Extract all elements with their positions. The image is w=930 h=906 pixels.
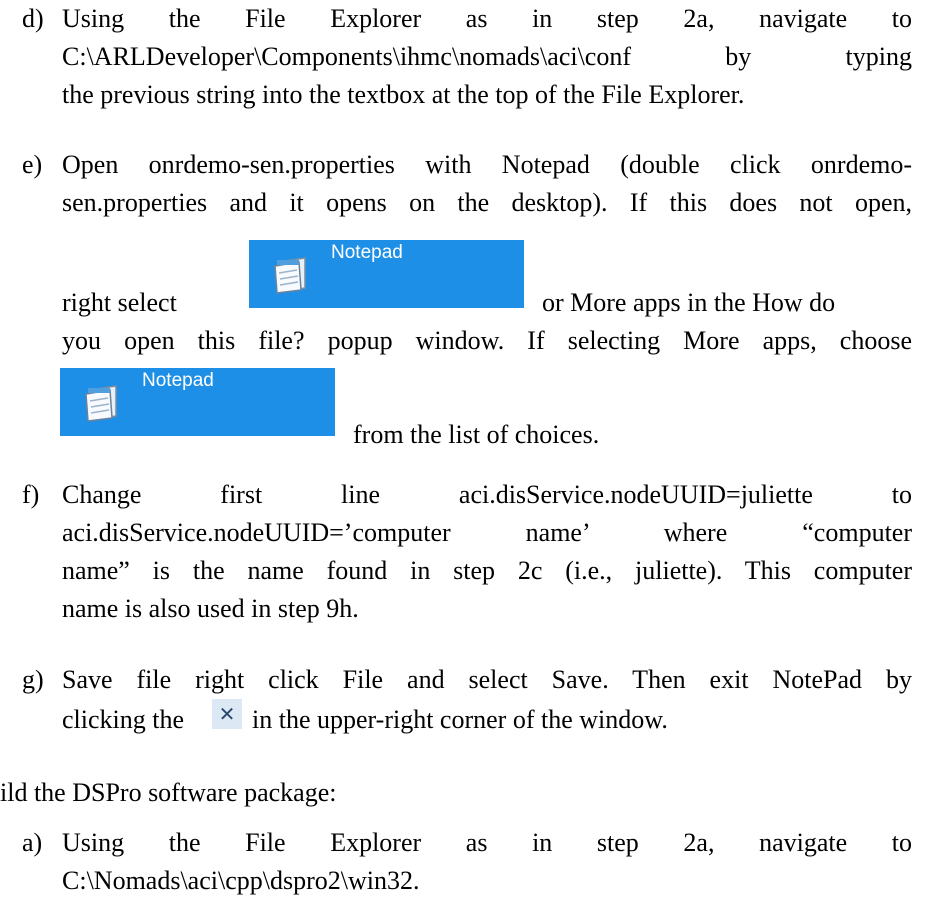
- step-f-line-2: aci.disService.nodeUUID=’computer name’ …: [62, 518, 912, 547]
- step-g-line-2a: clicking the: [62, 705, 185, 734]
- step-2-a: a) Using the File Explorer as in step 2a…: [22, 828, 912, 904]
- close-icon: ✕: [218, 702, 236, 726]
- step-d-line-3: the previous string into the textbox at …: [62, 80, 745, 109]
- step-f-line-1: Change first line aci.disService.nodeUUI…: [62, 480, 912, 509]
- step-g-line-2b: in the upper-right corner of the window.: [252, 705, 668, 734]
- notepad-label: Notepad: [142, 370, 214, 391]
- step-e-line-3b: or More apps in the How do: [542, 288, 836, 317]
- step-d-line-2: C:\ARLDeveloper\Components\ihmc\nomads\a…: [62, 42, 912, 71]
- step-marker: d): [22, 4, 44, 33]
- step-2-a-line-2: C:\Nomads\aci\cpp\dspro2\win32.: [62, 866, 420, 895]
- step-2-a-line-1: Using the File Explorer as in step 2a, n…: [62, 828, 912, 857]
- step-marker: g): [22, 665, 44, 694]
- step-e-line-2: sen.properties and it opens on the deskt…: [62, 188, 912, 217]
- notepad-icon: [82, 384, 122, 422]
- step-d: d) Using the File Explorer as in step 2a…: [22, 4, 912, 109]
- step-marker: a): [22, 828, 43, 857]
- step-marker: f): [22, 480, 40, 509]
- notepad-icon: [271, 256, 311, 294]
- document-page: d) Using the File Explorer as in step 2a…: [0, 0, 930, 906]
- step-e-line-4: you open this file? popup window. If sel…: [62, 326, 912, 355]
- section-heading: ild the DSPro software package:: [0, 778, 337, 807]
- step-e-line-1: Open onrdemo-sen.properties with Notepad…: [62, 150, 912, 179]
- step-e-line-5: from the list of choices.: [353, 420, 600, 449]
- step-d-line-1: Using the File Explorer as in step 2a, n…: [62, 4, 912, 33]
- step-g: g) Save file right click File and select…: [22, 665, 912, 745]
- notepad-button[interactable]: Notepad: [60, 368, 335, 436]
- close-window-button[interactable]: ✕: [212, 699, 242, 729]
- step-marker: e): [22, 150, 43, 179]
- step-g-line-1: Save file right click File and select Sa…: [62, 665, 912, 694]
- step-e: e) Open onrdemo-sen.properties with Note…: [22, 150, 912, 480]
- step-e-line-3a: right select: [62, 288, 177, 317]
- notepad-label: Notepad: [331, 242, 403, 263]
- step-f: f) Change first line aci.disService.node…: [22, 480, 912, 630]
- step-f-line-3: name” is the name found in step 2c (i.e.…: [62, 556, 912, 585]
- step-f-line-4: name is also used in step 9h.: [62, 594, 359, 623]
- notepad-button[interactable]: Notepad: [249, 240, 524, 308]
